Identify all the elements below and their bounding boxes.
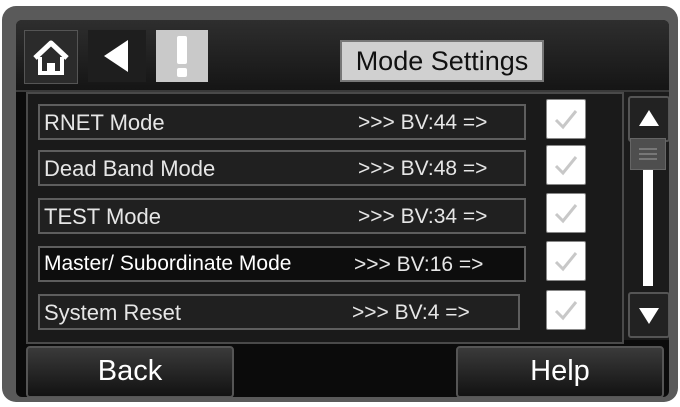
mode-checkbox[interactable] — [546, 99, 586, 139]
triangle-down-icon — [639, 308, 659, 324]
mode-label: Dead Band Mode — [44, 156, 216, 181]
left-arrow-icon — [104, 40, 128, 72]
mode-value: >>> BV:48 => — [358, 157, 488, 180]
scroll-thumb[interactable] — [630, 138, 666, 170]
mode-list: RNET Mode >>> BV:44 => Dead Band Mode >>… — [26, 92, 624, 344]
touch-screen: Mode Settings RNET Mode >>> BV:44 => Dea… — [16, 20, 669, 397]
back-arrow-button[interactable] — [88, 30, 146, 82]
alert-button[interactable] — [156, 30, 208, 82]
scrollbar[interactable] — [624, 92, 669, 340]
device-frame: Mode Settings RNET Mode >>> BV:44 => Dea… — [2, 6, 678, 402]
mode-row-master-subordinate[interactable]: Master/ Subordinate Mode >>> BV:16 => — [38, 246, 526, 282]
mode-checkbox[interactable] — [546, 290, 586, 330]
help-button[interactable]: Help — [456, 346, 664, 397]
checkmark-icon — [554, 301, 578, 321]
mode-row-rnet[interactable]: RNET Mode >>> BV:44 => — [38, 104, 526, 140]
grip-lines-icon — [639, 148, 657, 160]
checkmark-icon — [554, 110, 578, 130]
mode-row-system-reset[interactable]: System Reset >>> BV:4 => — [38, 294, 520, 330]
page-title: Mode Settings — [340, 40, 544, 82]
mode-checkbox[interactable] — [546, 193, 586, 233]
mode-value: >>> BV:16 => — [354, 253, 484, 276]
mode-label: System Reset — [44, 300, 181, 325]
mode-value: >>> BV:44 => — [358, 111, 488, 134]
checkmark-icon — [554, 156, 578, 176]
mode-row-test[interactable]: TEST Mode >>> BV:34 => — [38, 198, 526, 234]
scroll-up-button[interactable] — [628, 96, 669, 142]
mode-label: TEST Mode — [44, 204, 161, 229]
mode-checkbox[interactable] — [546, 145, 586, 185]
mode-row-deadband[interactable]: Dead Band Mode >>> BV:48 => — [38, 150, 526, 186]
exclamation-icon — [177, 36, 187, 77]
checkmark-icon — [554, 252, 578, 272]
mode-value: >>> BV:4 => — [352, 301, 470, 324]
header-bar: Mode Settings — [16, 20, 669, 92]
mode-label: Master/ Subordinate Mode — [44, 252, 292, 275]
back-button[interactable]: Back — [26, 346, 234, 397]
mode-checkbox[interactable] — [546, 241, 586, 281]
checkmark-icon — [554, 204, 578, 224]
mode-label: RNET Mode — [44, 110, 165, 135]
home-icon — [33, 40, 69, 75]
mode-value: >>> BV:34 => — [358, 205, 488, 228]
home-button[interactable] — [24, 30, 78, 84]
scroll-down-button[interactable] — [628, 292, 669, 338]
triangle-up-icon — [639, 110, 659, 126]
